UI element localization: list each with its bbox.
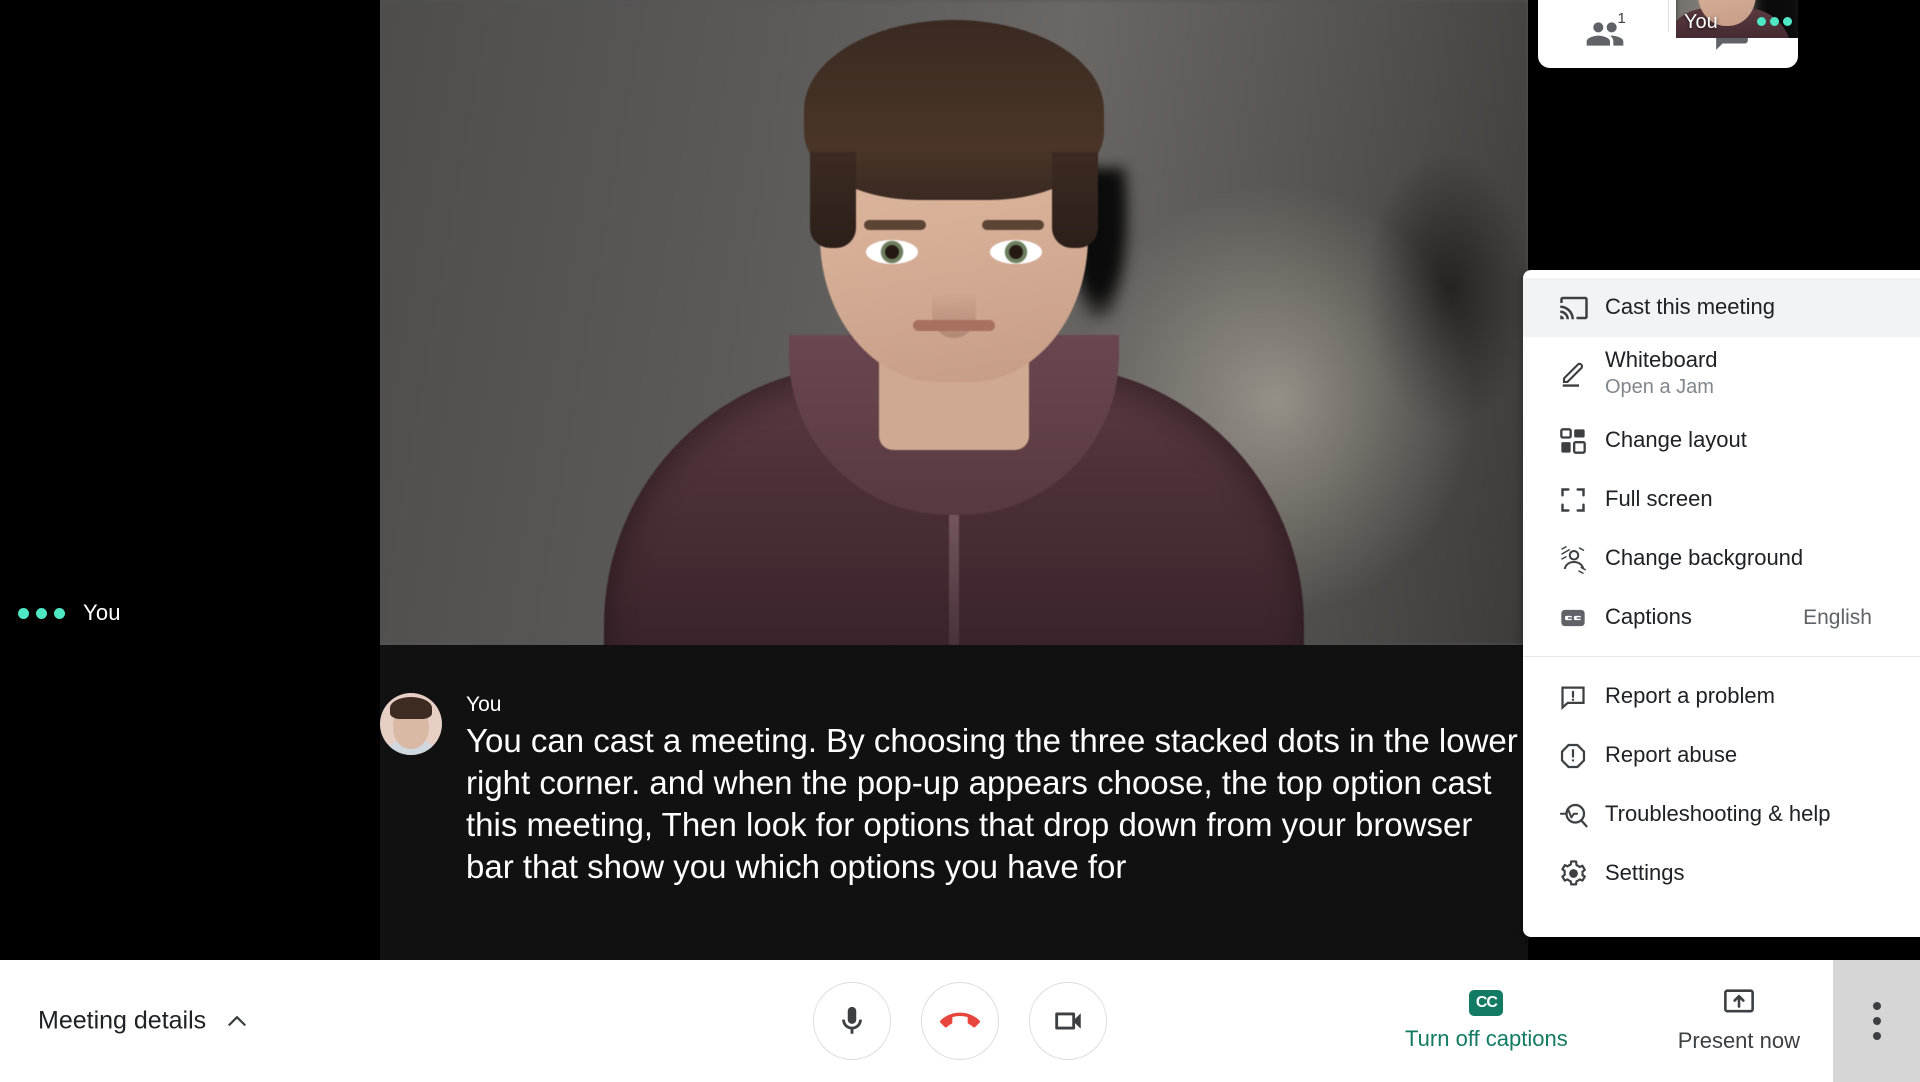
participant-video-image [574, 0, 1334, 645]
menu-item-label: Whiteboard [1605, 346, 1718, 372]
mic-button[interactable] [813, 982, 891, 1060]
menu-item-label: Report abuse [1605, 742, 1738, 768]
menu-item-settings[interactable]: Settings [1523, 844, 1920, 903]
self-view-tile[interactable]: You [1676, 0, 1798, 38]
active-speaker-label: You [18, 600, 121, 626]
turn-off-captions-button[interactable]: CC Turn off captions [1405, 990, 1568, 1052]
main-video-tile[interactable] [380, 0, 1528, 645]
menu-item-label: Settings [1605, 860, 1685, 886]
menu-divider [1523, 656, 1920, 657]
menu-item-label: Full screen [1605, 486, 1713, 512]
caption-entry: You You can cast a meeting. By choosing … [380, 693, 1528, 888]
right-toolbar-actions: CC Turn off captions Present now [1405, 988, 1800, 1054]
bottom-toolbar: Meeting details CC Turn off captions Pre… [0, 960, 1920, 1082]
avatar [380, 693, 442, 755]
more-options-button[interactable] [1833, 960, 1920, 1082]
end-call-icon [940, 1012, 980, 1028]
camera-icon [1055, 1012, 1081, 1030]
cc-icon: CC [1469, 990, 1504, 1016]
caption-text: You can cast a meeting. By choosing the … [466, 722, 1518, 885]
hangup-button[interactable] [921, 982, 999, 1060]
more-vertical-icon [1872, 1002, 1881, 1040]
report-abuse-icon [1559, 742, 1601, 770]
people-count-badge: 1 [1617, 10, 1626, 27]
captions-button-label: Turn off captions [1405, 1026, 1568, 1051]
background-icon [1559, 544, 1601, 574]
captions-language-value: English [1803, 605, 1872, 629]
menu-item-label: Captions [1605, 604, 1692, 630]
menu-item-sublabel: Open a Jam [1605, 376, 1714, 399]
menu-item-change-layout[interactable]: Change layout [1523, 411, 1920, 470]
people-button[interactable]: 1 [1542, 0, 1668, 68]
call-controls [813, 982, 1107, 1060]
participant-name: You [83, 600, 121, 625]
caption-speaker-name: You [466, 693, 502, 716]
present-now-button[interactable]: Present now [1678, 988, 1800, 1054]
self-speaking-dots-icon [1757, 17, 1792, 26]
menu-item-report-problem[interactable]: Report a problem [1523, 667, 1920, 726]
pencil-icon [1559, 359, 1601, 389]
meeting-details-button[interactable]: Meeting details [38, 1007, 250, 1036]
menu-item-label: Cast this meeting [1605, 294, 1775, 320]
meet-window: You 1 You You You can cast a meeting. By… [0, 0, 1920, 1082]
menu-item-captions[interactable]: Captions English [1523, 588, 1920, 647]
microphone-icon [842, 1006, 862, 1034]
top-right-controls: 1 You [1538, 0, 1798, 68]
camera-button[interactable] [1029, 982, 1107, 1060]
layout-icon [1559, 427, 1601, 455]
gear-icon [1559, 859, 1601, 888]
troubleshoot-icon [1559, 800, 1601, 830]
menu-item-cast[interactable]: Cast this meeting [1523, 278, 1920, 337]
menu-item-report-abuse[interactable]: Report abuse [1523, 726, 1920, 785]
fullscreen-icon [1559, 486, 1601, 514]
report-problem-icon [1559, 683, 1601, 711]
menu-item-full-screen[interactable]: Full screen [1523, 470, 1920, 529]
more-options-menu: Cast this meeting Whiteboard Open a Jam [1523, 270, 1920, 937]
menu-item-label: Report a problem [1605, 683, 1775, 709]
menu-item-change-background[interactable]: Change background [1523, 529, 1920, 588]
present-button-label: Present now [1677, 1028, 1800, 1053]
menu-item-label: Troubleshooting & help [1605, 801, 1831, 827]
menu-item-troubleshooting[interactable]: Troubleshooting & help [1523, 785, 1920, 844]
self-view-label: You [1684, 11, 1718, 33]
meeting-details-label: Meeting details [38, 1006, 207, 1035]
menu-item-label: Change background [1605, 545, 1804, 571]
captions-panel: You You can cast a meeting. By choosing … [380, 645, 1528, 960]
cc-icon [1559, 604, 1601, 632]
cast-icon [1559, 293, 1601, 323]
speaking-dots-icon [18, 607, 65, 619]
present-screen-icon [1722, 988, 1756, 1018]
chevron-up-icon [224, 1008, 250, 1034]
menu-item-label: Change layout [1605, 427, 1747, 453]
menu-item-whiteboard[interactable]: Whiteboard Open a Jam [1523, 337, 1920, 411]
